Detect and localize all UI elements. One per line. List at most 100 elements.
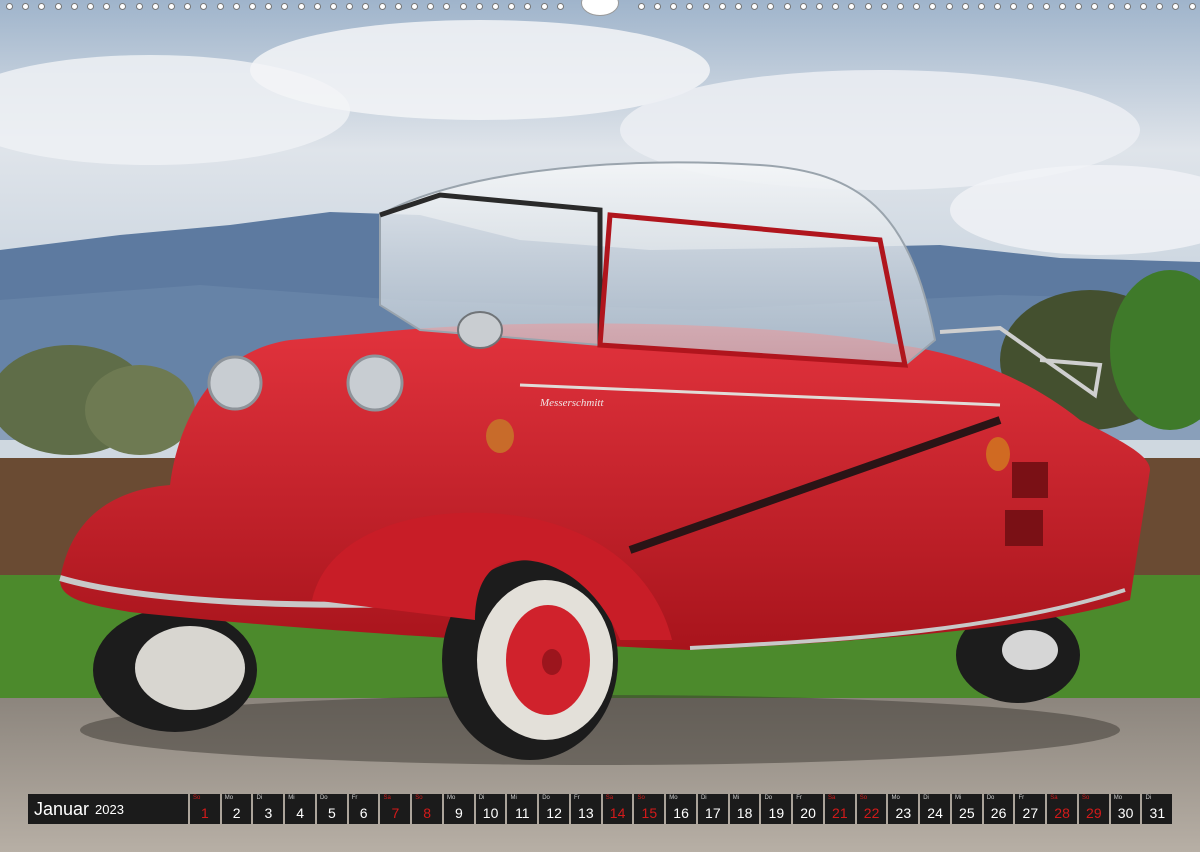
- day-number: 4: [296, 805, 304, 821]
- binding-hole: [168, 3, 175, 10]
- day-cell: So 15: [634, 794, 665, 824]
- day-abbr: Do: [764, 795, 773, 801]
- day-number: 12: [546, 805, 562, 821]
- binding-hole: [929, 3, 937, 10]
- binding-hole: [70, 3, 78, 10]
- day-cell: Mi 4: [285, 794, 315, 824]
- binding-hole: [330, 3, 337, 10]
- binding-hole: [702, 3, 710, 10]
- binding-hole: [540, 3, 548, 10]
- binding-hole: [459, 3, 467, 10]
- binding-hole: [87, 3, 94, 10]
- day-abbr: Mo: [669, 795, 678, 801]
- day-abbr: Fr: [1018, 795, 1025, 801]
- day-number: 18: [736, 805, 753, 821]
- day-abbr: Di: [700, 795, 707, 801]
- binding-hole: [119, 3, 127, 10]
- binding-hole: [249, 3, 256, 10]
- day-number: 10: [482, 805, 499, 821]
- indicator-light: [486, 419, 514, 453]
- month-label: Januar 2023: [28, 794, 188, 824]
- day-number: 22: [863, 805, 880, 821]
- day-abbr: Mo: [224, 795, 234, 801]
- day-cell: Fr 20: [793, 794, 823, 824]
- day-number: 16: [673, 805, 689, 821]
- binding-hole: [945, 3, 953, 10]
- day-cell: Mo 30: [1110, 794, 1141, 824]
- day-number: 23: [895, 805, 912, 821]
- day-cell: Sa 14: [602, 794, 633, 824]
- day-cell: Mi 11: [507, 794, 538, 824]
- binding-hole: [103, 3, 111, 10]
- binding-hole: [1172, 3, 1180, 10]
- day-cell: Di 17: [697, 794, 728, 824]
- binding-hole: [913, 3, 921, 10]
- binding-hole: [978, 3, 985, 10]
- trees-left: [85, 365, 195, 455]
- day-cell: So 1: [189, 794, 220, 824]
- day-number: 27: [1022, 805, 1039, 821]
- binding-hole: [735, 3, 742, 10]
- calendar-bar: Januar 2023 So 1 Mo 2 Di 3 Mi 4 Do 5 Fr 6 Sa 7 So 8 Mo 9 D…: [28, 794, 1173, 824]
- day-cell: Do 12: [539, 794, 569, 824]
- day-abbr: Fr: [573, 795, 580, 801]
- binding-hole: [783, 3, 791, 10]
- day-number: 25: [959, 805, 975, 821]
- day-abbr: Sa: [605, 795, 614, 801]
- day-abbr: Fr: [796, 795, 802, 801]
- binding-hole: [232, 3, 240, 10]
- binding-hole: [378, 3, 386, 10]
- binding-hole: [281, 3, 289, 10]
- day-abbr: So: [192, 795, 201, 801]
- day-abbr: So: [637, 795, 645, 801]
- day-cell: So 8: [412, 794, 442, 824]
- day-number: 11: [515, 805, 530, 821]
- month-name: Januar: [34, 798, 90, 819]
- day-number: 29: [1086, 805, 1102, 821]
- binding-hole: [637, 3, 645, 10]
- binding-hole: [880, 3, 888, 10]
- side-mirror: [457, 311, 503, 349]
- day-abbr: Di: [256, 795, 263, 801]
- binding-hole: [524, 3, 532, 10]
- binding-hole: [362, 3, 370, 10]
- day-abbr: So: [1081, 795, 1090, 801]
- binding-hole: [1156, 3, 1164, 10]
- day-number: 17: [705, 805, 721, 821]
- binding-hole: [313, 3, 321, 10]
- binding-hole: [816, 3, 823, 10]
- binding-hole: [897, 3, 904, 10]
- day-abbr: Di: [478, 795, 485, 801]
- day-cell: Do 5: [316, 794, 347, 824]
- binding-hole: [1010, 3, 1018, 10]
- day-cell: Mi 25: [951, 794, 982, 824]
- day-cell: So 22: [856, 794, 887, 824]
- binding-hole: [200, 3, 208, 10]
- rear-vent: [1012, 462, 1048, 498]
- day-number: 6: [359, 805, 368, 821]
- car-badge: Messerschmitt: [539, 397, 604, 409]
- binding-hole: [22, 3, 30, 10]
- day-abbr: Sa: [383, 795, 391, 801]
- binding-hole: [799, 3, 807, 10]
- day-number: 7: [391, 805, 400, 821]
- binding-hole: [508, 3, 516, 10]
- day-number: 9: [454, 805, 463, 821]
- day-number: 13: [578, 805, 594, 821]
- day-abbr: Di: [1145, 795, 1152, 801]
- binding-hole: [718, 3, 726, 10]
- day-number: 2: [232, 805, 241, 821]
- binding-hole: [151, 3, 159, 10]
- binding-hole: [961, 3, 969, 10]
- binding-hole: [394, 3, 402, 10]
- day-cell: Mi 18: [729, 794, 760, 824]
- binding-hole: [1042, 3, 1050, 10]
- day-number: 31: [1149, 805, 1166, 821]
- binding-hole: [832, 3, 840, 10]
- day-cell: Fr 6: [348, 794, 379, 824]
- day-cell: Di 31: [1142, 794, 1173, 824]
- day-abbr: Mo: [891, 795, 900, 801]
- day-number: 26: [990, 805, 1007, 821]
- day-abbr: Mo: [446, 795, 456, 801]
- day-number: 1: [200, 805, 209, 821]
